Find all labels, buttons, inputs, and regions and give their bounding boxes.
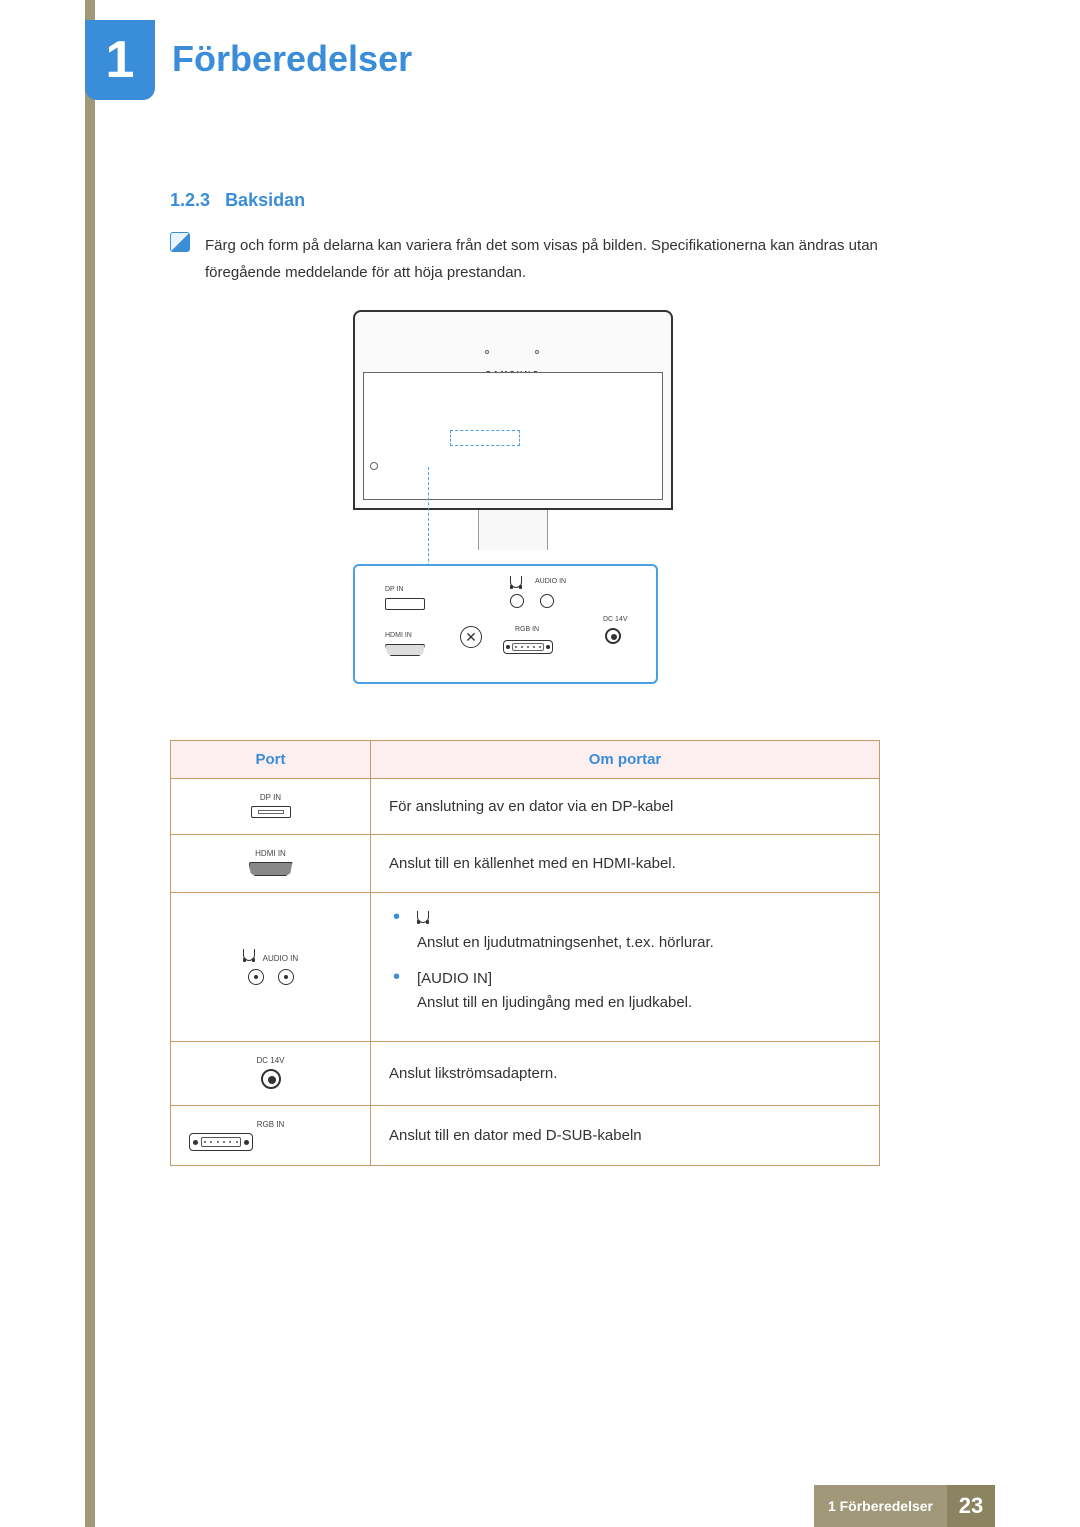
rgb-port-icon: [189, 1133, 253, 1151]
section-number: 1.2.3: [170, 190, 210, 210]
cell-desc-dc: Anslut likströmsadaptern.: [371, 1042, 880, 1106]
rgb-port-icon: [503, 640, 553, 654]
audio-desc-list: Anslut en ljudutmatningsenhet, t.ex. hör…: [389, 907, 861, 1015]
table-row: HDMI IN Anslut till en källenhet med en …: [171, 835, 880, 893]
audio-in-desc: Anslut till en ljudingång med en ljudkab…: [417, 994, 692, 1011]
note-text: Färg och form på delarna kan variera frå…: [205, 232, 955, 286]
monitor-back-illustration: SAMSUNG: [353, 310, 673, 510]
cell-desc-rgb: Anslut till en dator med D-SUB-kabeln: [371, 1106, 880, 1166]
section-heading: 1.2.3 Baksidan: [170, 190, 305, 211]
label-rgb-in: RGB IN: [515, 626, 539, 633]
chapter-number-tab: 1: [85, 20, 155, 100]
chapter-title: Förberedelser: [172, 38, 412, 80]
headphone-icon: [417, 911, 429, 923]
cell-desc-dp: För anslutning av en dator via en DP-kab…: [371, 779, 880, 835]
dc-port-icon: [261, 1069, 281, 1089]
cell-label-dc-14v: DC 14V: [189, 1056, 352, 1065]
hdmi-port-icon: [249, 862, 293, 876]
monitor-stand: [478, 510, 548, 550]
headphone-icon: [510, 576, 522, 588]
rear-view-diagram: SAMSUNG DP IN HDMI IN ✕ AUDIO IN DC 14V …: [353, 310, 673, 684]
dc-port-icon: [605, 628, 621, 644]
note-icon: [170, 232, 190, 252]
screw-icon: ✕: [460, 626, 482, 648]
port-area-highlight: [450, 430, 520, 446]
footer-page-number: 23: [947, 1485, 995, 1527]
table-header-desc: Om portar: [371, 741, 880, 779]
dp-port-icon: [385, 598, 425, 610]
table-header-port: Port: [171, 741, 371, 779]
section-title: Baksidan: [225, 190, 305, 210]
sidebar-stripe: [85, 0, 95, 1527]
cell-desc-hdmi: Anslut till en källenhet med en HDMI-kab…: [371, 835, 880, 893]
audio-jack-icon: [248, 969, 264, 985]
cell-label-hdmi-in: HDMI IN: [189, 849, 352, 858]
hdmi-port-icon: [385, 644, 425, 656]
table-row: RGB IN Anslut till en dator med D-SUB-ka…: [171, 1106, 880, 1166]
ports-table: Port Om portar DP IN För anslutning av e…: [170, 740, 880, 1166]
cell-label-dp-in: DP IN: [189, 793, 352, 802]
label-audio-in: AUDIO IN: [535, 578, 566, 585]
label-hdmi-in: HDMI IN: [385, 632, 412, 639]
audio-headphone-desc: Anslut en ljudutmatningsenhet, t.ex. hör…: [417, 934, 714, 951]
ports-panel-detail: DP IN HDMI IN ✕ AUDIO IN DC 14V RGB IN: [353, 564, 658, 684]
audio-in-label: [AUDIO IN]: [417, 970, 492, 987]
label-dc-14v: DC 14V: [603, 616, 628, 623]
page-footer: 1 Förberedelser 23: [85, 1485, 995, 1527]
audio-jack-icon: [510, 594, 524, 608]
cell-label-audio-in: AUDIO IN: [263, 954, 299, 963]
table-row: AUDIO IN Anslut en ljudutmatningsenhet, …: [171, 893, 880, 1042]
headphone-icon: [243, 949, 255, 961]
label-dp-in: DP IN: [385, 586, 404, 593]
cell-label-rgb-in: RGB IN: [189, 1120, 352, 1129]
table-row: DP IN För anslutning av en dator via en …: [171, 779, 880, 835]
footer-chapter-label: 1 Förberedelser: [814, 1485, 947, 1527]
audio-jack-icon-2: [540, 594, 554, 608]
table-row: DC 14V Anslut likströmsadaptern.: [171, 1042, 880, 1106]
dp-port-icon: [251, 806, 291, 818]
audio-jack-icon: [278, 969, 294, 985]
